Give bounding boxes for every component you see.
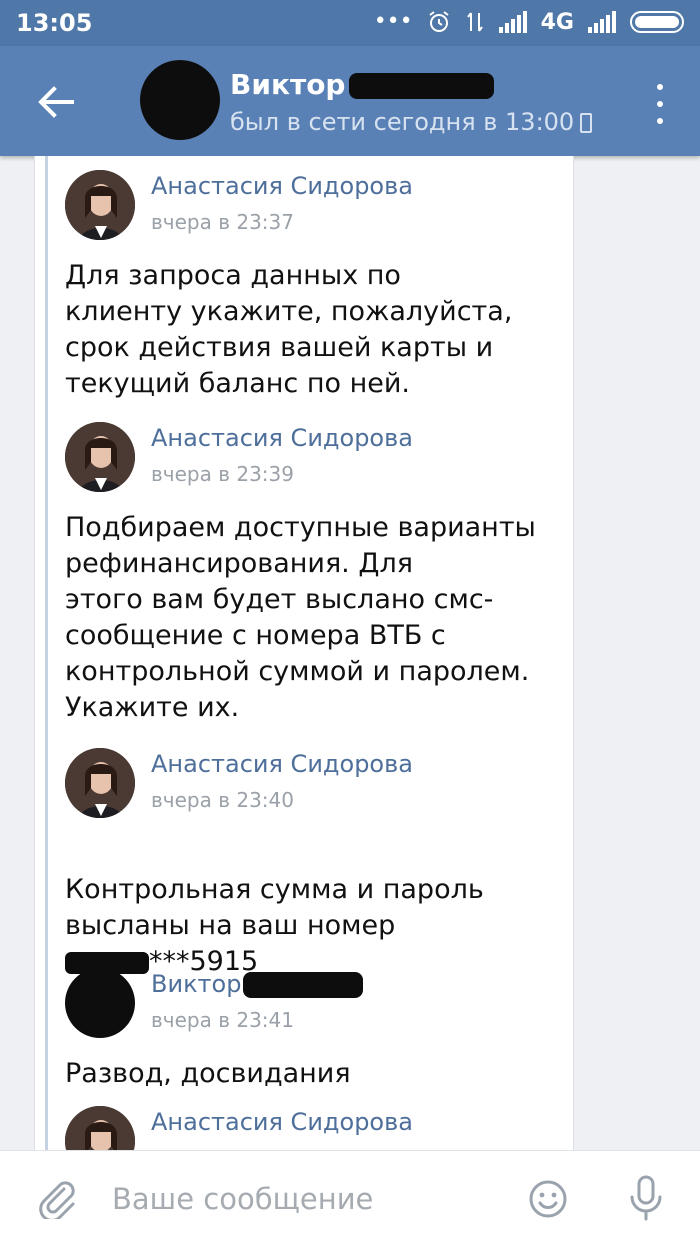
contact-status: был в сети сегодня в 13:00 (230, 108, 593, 136)
more-vertical-icon[interactable] (650, 84, 670, 124)
signal-icon (588, 11, 616, 33)
message-date: вчера в 23:37 (151, 210, 294, 234)
message-author[interactable]: Анастасия Сидорова (151, 424, 413, 452)
message-author[interactable]: Анастасия Сидорова (151, 172, 413, 200)
author-avatar[interactable] (65, 422, 135, 492)
arrow-left-icon[interactable] (32, 78, 80, 126)
message-date: вчера в 23:39 (151, 462, 294, 486)
author-avatar[interactable] (65, 748, 135, 818)
chat-header: Виктор был в сети сегодня в 13:00 (0, 46, 700, 156)
paperclip-icon[interactable] (34, 1175, 78, 1219)
forward-indicator-line (45, 156, 48, 1150)
message-text: Контрольная сумма и пароль высланы на ва… (65, 874, 484, 977)
alarm-icon (429, 11, 449, 32)
author-avatar[interactable] (65, 968, 135, 1038)
battery-icon (630, 11, 684, 33)
message-text: Подбираем доступные варианты рефинансиро… (65, 512, 536, 723)
more-icon: ••• (373, 9, 413, 34)
message-composer (0, 1150, 700, 1245)
message-author[interactable]: Виктор (151, 970, 364, 998)
smile-icon[interactable] (528, 1179, 568, 1219)
data-off-icon (466, 12, 483, 32)
message-date: вчера в 23:41 (151, 1008, 294, 1032)
message-date: вчера в 23:40 (151, 788, 294, 812)
message-text: Развод, досвидания (65, 1058, 351, 1089)
redacted-surname (349, 73, 495, 99)
network-type: 4G (540, 9, 574, 35)
status-time: 13:05 (16, 9, 93, 37)
author-avatar[interactable] (65, 170, 135, 240)
forwarded-messages: Анастасия Сидорова вчера в 23:37 Для зап… (34, 156, 574, 1176)
status-bar: 13:05 ••• 4G (0, 0, 700, 46)
message-author[interactable]: Анастасия Сидорова (151, 750, 413, 778)
message-author[interactable]: Анастасия Сидорова (151, 1108, 413, 1136)
microphone-icon[interactable] (626, 1173, 666, 1223)
message-input[interactable] (110, 1173, 504, 1225)
contact-name[interactable]: Виктор (230, 68, 495, 101)
message-text: Для запроса данных по клиенту укажите, п… (65, 260, 513, 399)
mobile-icon (580, 113, 593, 133)
contact-avatar[interactable] (140, 60, 220, 140)
redacted-surname (243, 972, 364, 998)
signal-icon (498, 11, 527, 33)
